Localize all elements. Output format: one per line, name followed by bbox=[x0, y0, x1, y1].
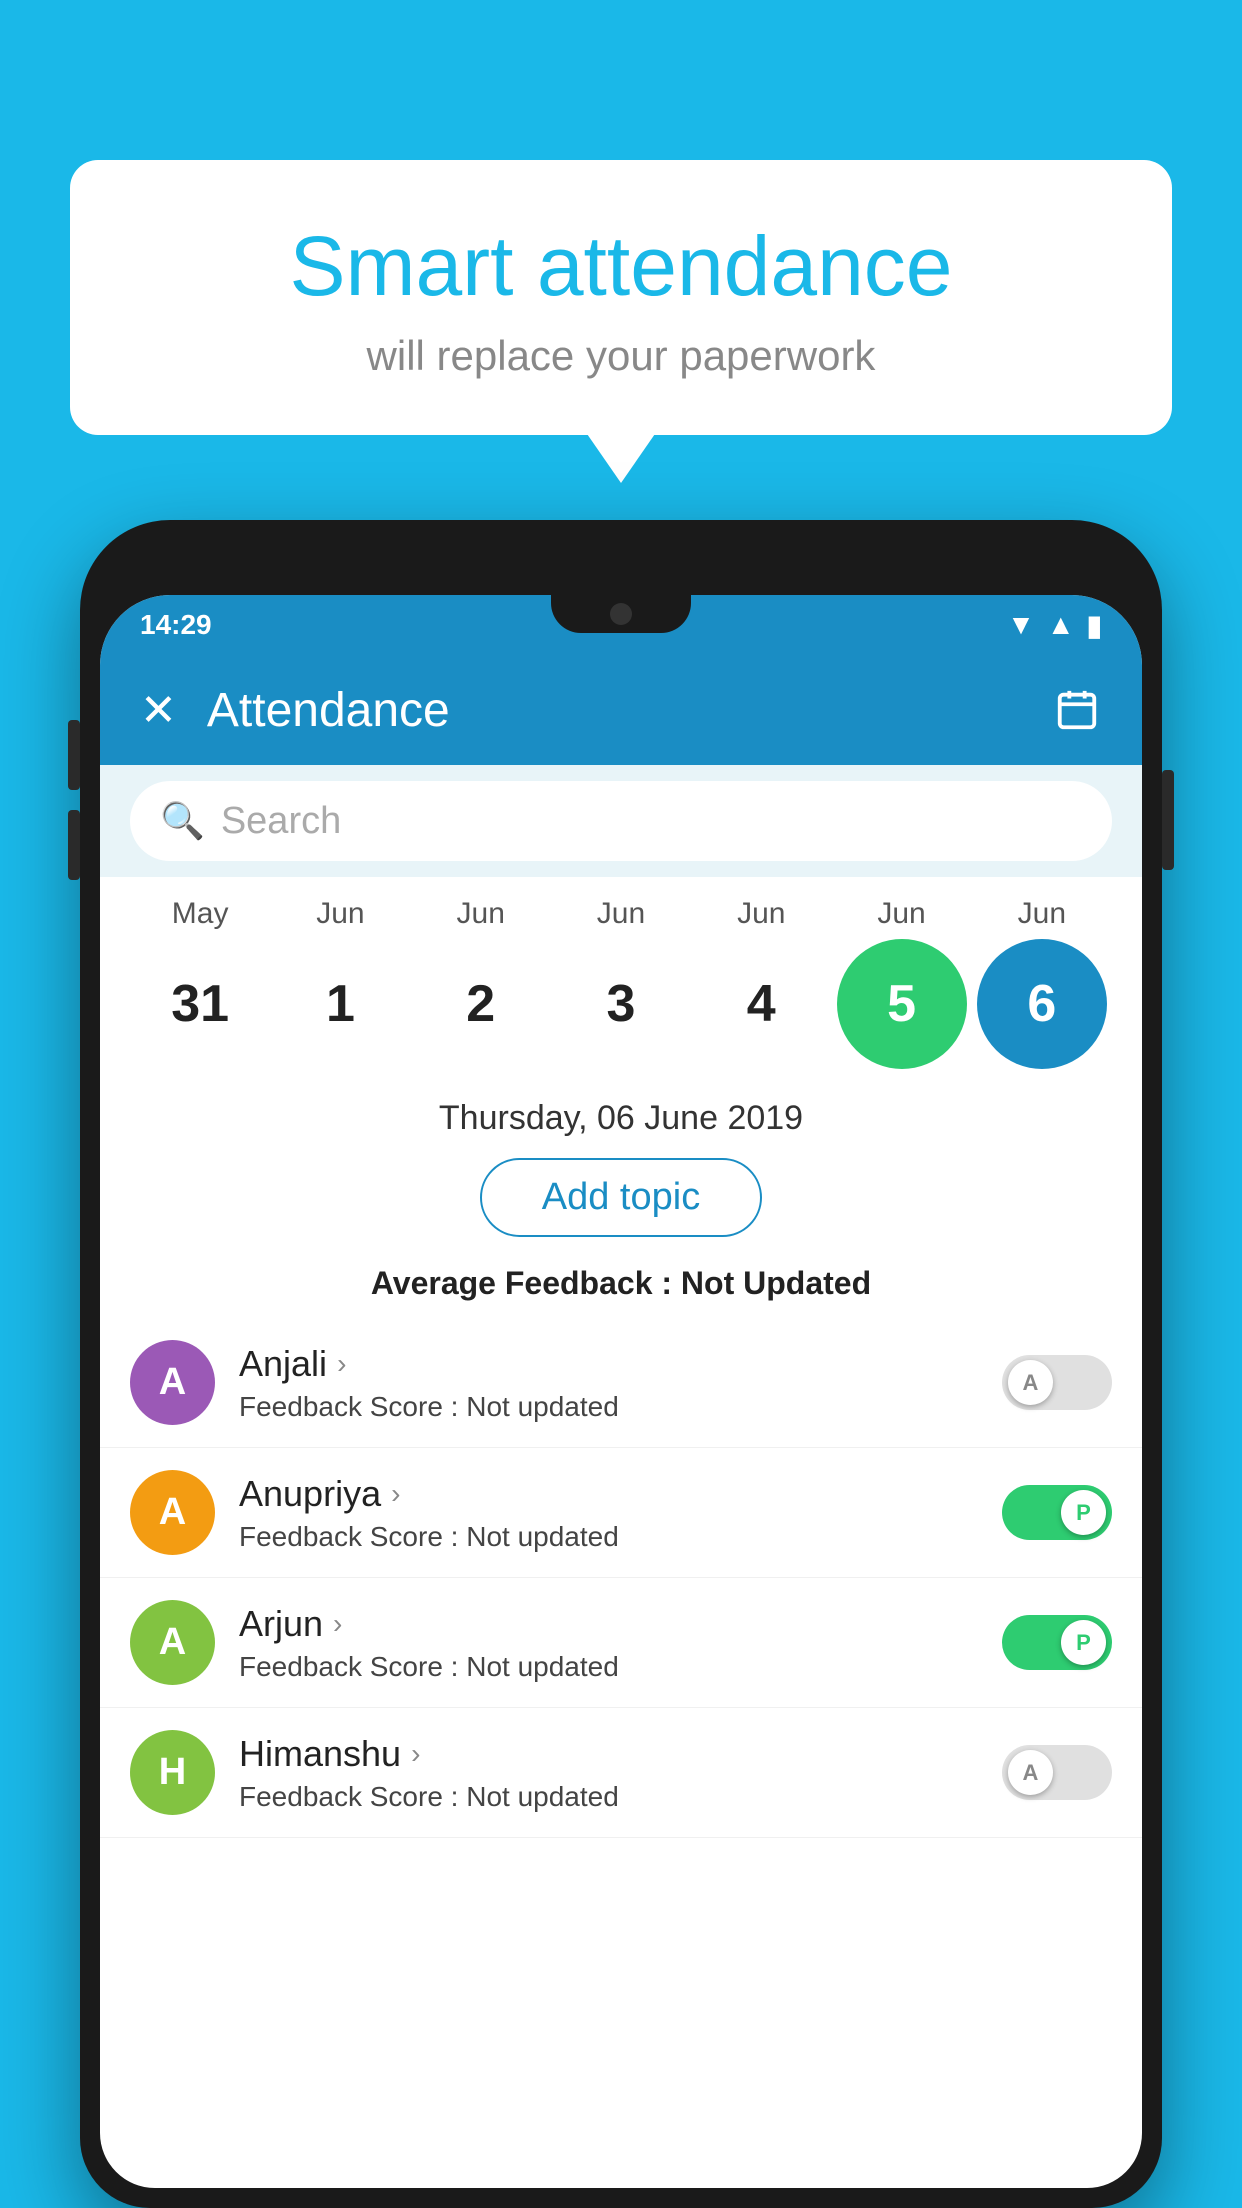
toggle-knob-arjun: P bbox=[1061, 1620, 1106, 1665]
cal-date-5[interactable]: 5 bbox=[837, 939, 967, 1069]
chevron-icon-anupriya: › bbox=[391, 1478, 400, 1510]
avg-feedback-label: Average Feedback : bbox=[371, 1265, 672, 1301]
student-feedback-himanshu: Feedback Score : Not updated bbox=[239, 1781, 1002, 1813]
cal-month-2: Jun bbox=[416, 897, 546, 931]
selected-date: Thursday, 06 June 2019 bbox=[100, 1079, 1142, 1148]
cal-date-2[interactable]: 2 bbox=[416, 939, 546, 1069]
background: Smart attendance will replace your paper… bbox=[0, 0, 1242, 2208]
search-placeholder: Search bbox=[221, 800, 341, 843]
student-item-anjali[interactable]: A Anjali › Feedback Score : Not updated bbox=[100, 1318, 1142, 1448]
app-bar: ✕ Attendance bbox=[100, 655, 1142, 765]
student-feedback-arjun: Feedback Score : Not updated bbox=[239, 1651, 1002, 1683]
student-name-arjun: Arjun › bbox=[239, 1603, 1002, 1645]
status-time: 14:29 bbox=[140, 609, 212, 641]
calendar-months-row: May Jun Jun Jun Jun Jun Jun bbox=[130, 897, 1112, 931]
attendance-toggle-himanshu[interactable]: A bbox=[1002, 1745, 1112, 1800]
search-bar[interactable]: 🔍 Search bbox=[130, 781, 1112, 861]
search-icon: 🔍 bbox=[160, 800, 205, 842]
student-info-arjun: Arjun › Feedback Score : Not updated bbox=[239, 1603, 1002, 1683]
student-list: A Anjali › Feedback Score : Not updated bbox=[100, 1318, 1142, 1838]
toggle-container-anjali[interactable]: A bbox=[1002, 1355, 1112, 1410]
add-topic-container: Add topic bbox=[100, 1148, 1142, 1253]
bubble-subtitle: will replace your paperwork bbox=[130, 332, 1112, 380]
cal-month-1: Jun bbox=[275, 897, 405, 931]
toggle-container-himanshu[interactable]: A bbox=[1002, 1745, 1112, 1800]
cal-date-1[interactable]: 1 bbox=[275, 939, 405, 1069]
signal-icon: ▲ bbox=[1047, 609, 1075, 641]
wifi-icon: ▼ bbox=[1007, 609, 1035, 641]
volume-up-button bbox=[68, 720, 80, 790]
student-name-himanshu: Himanshu › bbox=[239, 1733, 1002, 1775]
avatar-anjali: A bbox=[130, 1340, 215, 1425]
student-info-anupriya: Anupriya › Feedback Score : Not updated bbox=[239, 1473, 1002, 1553]
toggle-container-anupriya[interactable]: P bbox=[1002, 1485, 1112, 1540]
avatar-himanshu: H bbox=[130, 1730, 215, 1815]
cal-month-6: Jun bbox=[977, 897, 1107, 931]
toggle-knob-anupriya: P bbox=[1061, 1490, 1106, 1535]
student-name-anjali: Anjali › bbox=[239, 1343, 1002, 1385]
student-item-himanshu[interactable]: H Himanshu › Feedback Score : Not update… bbox=[100, 1708, 1142, 1838]
student-item-arjun[interactable]: A Arjun › Feedback Score : Not updated bbox=[100, 1578, 1142, 1708]
calendar-button[interactable] bbox=[1052, 685, 1102, 735]
cal-date-0[interactable]: 31 bbox=[135, 939, 265, 1069]
volume-down-button bbox=[68, 810, 80, 880]
student-feedback-anjali: Feedback Score : Not updated bbox=[239, 1391, 1002, 1423]
phone-frame: 14:29 ▼ ▲ ▮ ✕ Attendance bbox=[80, 520, 1162, 2208]
cal-date-3[interactable]: 3 bbox=[556, 939, 686, 1069]
attendance-toggle-anupriya[interactable]: P bbox=[1002, 1485, 1112, 1540]
student-feedback-anupriya: Feedback Score : Not updated bbox=[239, 1521, 1002, 1553]
average-feedback: Average Feedback : Not Updated bbox=[100, 1253, 1142, 1318]
power-button bbox=[1162, 770, 1174, 870]
battery-icon: ▮ bbox=[1087, 609, 1102, 642]
chevron-icon-anjali: › bbox=[337, 1348, 346, 1380]
student-info-anjali: Anjali › Feedback Score : Not updated bbox=[239, 1343, 1002, 1423]
close-button[interactable]: ✕ bbox=[140, 685, 177, 736]
calendar-dates-row: 31 1 2 3 4 5 6 bbox=[130, 939, 1112, 1069]
student-name-anupriya: Anupriya › bbox=[239, 1473, 1002, 1515]
speech-bubble: Smart attendance will replace your paper… bbox=[70, 160, 1172, 435]
avatar-anupriya: A bbox=[130, 1470, 215, 1555]
search-bar-container: 🔍 Search bbox=[100, 765, 1142, 877]
bubble-title: Smart attendance bbox=[130, 220, 1112, 312]
front-camera bbox=[610, 603, 632, 625]
attendance-toggle-arjun[interactable]: P bbox=[1002, 1615, 1112, 1670]
phone-screen: 14:29 ▼ ▲ ▮ ✕ Attendance bbox=[100, 595, 1142, 2188]
cal-date-4[interactable]: 4 bbox=[696, 939, 826, 1069]
phone-notch bbox=[551, 595, 691, 633]
cal-date-6[interactable]: 6 bbox=[977, 939, 1107, 1069]
cal-month-0: May bbox=[135, 897, 265, 931]
toggle-knob-anjali: A bbox=[1008, 1360, 1053, 1405]
attendance-toggle-anjali[interactable]: A bbox=[1002, 1355, 1112, 1410]
status-icons: ▼ ▲ ▮ bbox=[1007, 609, 1102, 642]
calendar-strip: May Jun Jun Jun Jun Jun Jun 31 1 2 3 4 5… bbox=[100, 877, 1142, 1079]
student-item-anupriya[interactable]: A Anupriya › Feedback Score : Not update… bbox=[100, 1448, 1142, 1578]
avatar-arjun: A bbox=[130, 1600, 215, 1685]
student-info-himanshu: Himanshu › Feedback Score : Not updated bbox=[239, 1733, 1002, 1813]
chevron-icon-himanshu: › bbox=[411, 1738, 420, 1770]
avg-feedback-value: Not Updated bbox=[681, 1265, 871, 1301]
speech-bubble-container: Smart attendance will replace your paper… bbox=[70, 160, 1172, 435]
app-bar-title: Attendance bbox=[207, 683, 1052, 738]
add-topic-button[interactable]: Add topic bbox=[480, 1158, 762, 1237]
cal-month-3: Jun bbox=[556, 897, 686, 931]
toggle-container-arjun[interactable]: P bbox=[1002, 1615, 1112, 1670]
cal-month-5: Jun bbox=[837, 897, 967, 931]
chevron-icon-arjun: › bbox=[333, 1608, 342, 1640]
toggle-knob-himanshu: A bbox=[1008, 1750, 1053, 1795]
cal-month-4: Jun bbox=[696, 897, 826, 931]
